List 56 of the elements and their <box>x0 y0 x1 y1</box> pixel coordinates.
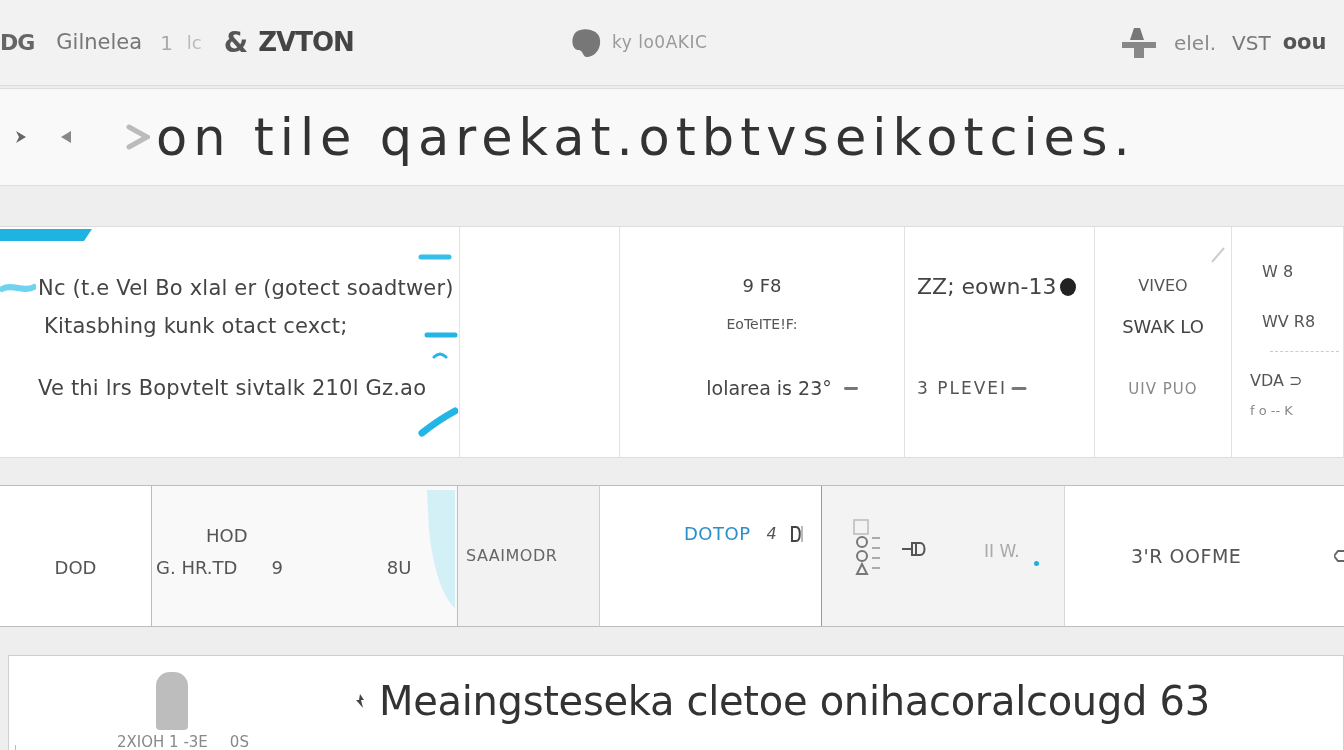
triangle-left-icon[interactable] <box>60 130 72 144</box>
dot-icon <box>1060 278 1077 296</box>
plug-icon <box>902 541 928 557</box>
bracket-icon <box>790 526 803 542</box>
panel-text: Nc (t.e Vel Bo xlal er (gotect soadtwer) <box>38 275 454 301</box>
panel-text: VDA ⊃ <box>1250 370 1303 392</box>
panel-text: Kitasbhing kunk otact cexct; <box>44 313 348 339</box>
tile-label: II W. <box>984 540 1020 562</box>
panel-text: W 8 <box>1262 261 1294 283</box>
brush-stroke <box>418 407 458 437</box>
brand-name: ZVTON <box>258 26 354 59</box>
blob-icon <box>570 27 602 58</box>
tile-label: 9 <box>271 556 283 580</box>
panel-text: 9 F8 <box>742 274 782 298</box>
nav-link[interactable]: DG <box>0 26 35 59</box>
tile-label: G. HR.TD <box>156 556 238 580</box>
card-title: Meaingsteseka cletoe onihacoralcougd 63 <box>379 678 1210 724</box>
spark-icon <box>355 694 365 708</box>
panel-text: 3 PLEVEI <box>917 377 1008 399</box>
tile-label: 8U <box>386 556 412 580</box>
header-link[interactable]: VST <box>1232 27 1271 58</box>
panel-text: UIV PUO <box>1128 379 1198 399</box>
brush-stroke <box>424 331 458 339</box>
panel-text: f o -- K <box>1250 402 1293 420</box>
caption-text: 0S <box>229 734 249 750</box>
caption-text: 2XIOH 1 -3E <box>117 734 208 750</box>
chevron-right-icon <box>126 124 150 150</box>
tile-label: 3'R OOFME <box>1131 544 1242 568</box>
nav-link[interactable]: Gilnelea <box>56 26 143 59</box>
nav-link[interactable]: 1 <box>160 27 173 58</box>
brand-mark: & <box>223 24 249 61</box>
brush-stroke <box>432 351 448 359</box>
tile-label: 4 <box>766 523 777 545</box>
tile-label: HOD <box>206 524 248 548</box>
panel-text: WV R8 <box>1262 311 1316 333</box>
tile-label: SAAIMODR <box>466 545 558 567</box>
panel-text: SWAK LO <box>1122 315 1204 339</box>
panel-text: lolarea is 23° <box>706 376 832 400</box>
capsule-shape <box>156 672 188 730</box>
panel-text: Ve thi lrs Bopvtelt sivtalk 210l Gz.ao <box>38 375 427 401</box>
dot-icon <box>1033 560 1039 566</box>
chevron-right-icon[interactable] <box>14 128 28 146</box>
tile-link[interactable]: DOTOP <box>684 522 751 546</box>
account-label: oou <box>1282 28 1327 56</box>
panel-text: EoTeITE!F: <box>726 315 798 334</box>
header-link[interactable]: elel. <box>1174 27 1217 58</box>
dash-icon <box>1011 386 1028 390</box>
tile-label: DOD <box>54 556 97 580</box>
panel-text: VIVEO <box>1138 275 1188 297</box>
triangle-logo-icon <box>1120 25 1158 60</box>
panel-text: ZZ; eown-13 <box>917 273 1057 301</box>
brush-stroke <box>418 253 452 261</box>
dash-icon <box>843 386 858 390</box>
slash-mark <box>1211 247 1225 263</box>
center-label: ky lo0AKIC <box>612 30 708 54</box>
symbol-stack-icon <box>852 518 882 578</box>
